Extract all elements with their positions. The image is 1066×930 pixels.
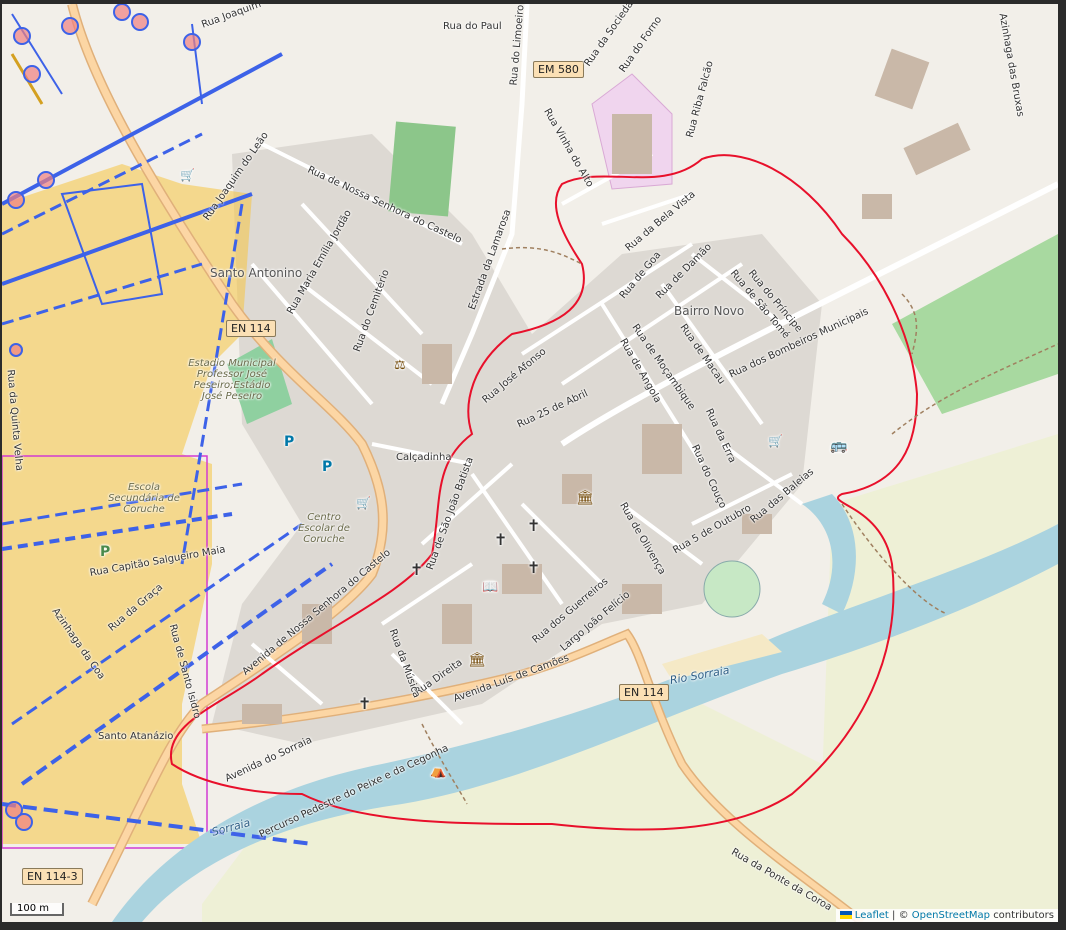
church-icon[interactable]: ✝ (527, 558, 540, 577)
label-stadium: Estadio Municipal Professor José Peseiro… (188, 358, 276, 402)
attribution: Leaflet | © OpenStreetMap contributors (835, 909, 1058, 922)
bullring (703, 560, 761, 618)
osm-link[interactable]: OpenStreetMap (912, 910, 990, 921)
parking-icon[interactable]: P (322, 459, 332, 475)
map-canvas[interactable] (2, 4, 1058, 922)
museum-icon[interactable]: 🏛 (468, 652, 486, 668)
church-icon[interactable]: ✝ (410, 560, 423, 579)
street-label: Calçadinha (396, 452, 452, 463)
shield-en114-north: EN 114 (226, 320, 276, 337)
bus-icon[interactable]: 🚌 (830, 438, 847, 454)
leaflet-link[interactable]: Leaflet (855, 910, 889, 921)
shop-icon[interactable]: 🛒 (768, 434, 783, 448)
scale-bar: 100 m (10, 903, 64, 916)
picnic-icon[interactable]: ⛺ (430, 764, 446, 779)
library-icon[interactable]: 📖 (482, 580, 498, 595)
street-label: Rua do Paul (443, 21, 502, 32)
courthouse-icon[interactable]: ⚖ (394, 358, 406, 373)
attribution-tail: contributors (993, 910, 1054, 921)
label-centro-escolar: Centro Escolar de Coruche (298, 512, 350, 545)
farmland-right (822, 434, 1058, 922)
shield-en114-south: EN 114 (619, 684, 669, 701)
church-icon[interactable]: ✝ (358, 694, 371, 713)
shield-en114-3: EN 114-3 (22, 868, 83, 885)
place-santo-antonino: Santo Antonino (210, 266, 303, 280)
museum-icon[interactable]: 🏛 (576, 490, 594, 506)
map-container[interactable]: Santo Antonino Bairro Novo Santo Atanázi… (2, 4, 1058, 922)
shop-icon[interactable]: 🛒 (180, 168, 195, 182)
parking-icon[interactable]: P (100, 544, 110, 560)
shop-icon[interactable]: 🛒 (356, 496, 371, 510)
place-santo-atanazio: Santo Atanázio (98, 731, 174, 742)
church-icon[interactable]: ✝ (494, 530, 507, 549)
attribution-separator: | © (892, 910, 909, 921)
ukraine-flag-icon (839, 911, 852, 919)
place-bairro-novo: Bairro Novo (674, 304, 745, 318)
church-icon[interactable]: ✝ (527, 516, 540, 535)
parking-icon[interactable]: P (284, 434, 294, 450)
label-escola-secundaria: Escola Secundária de Coruche (108, 482, 180, 515)
shield-em580: EM 580 (533, 61, 584, 78)
sports-field (388, 121, 456, 217)
